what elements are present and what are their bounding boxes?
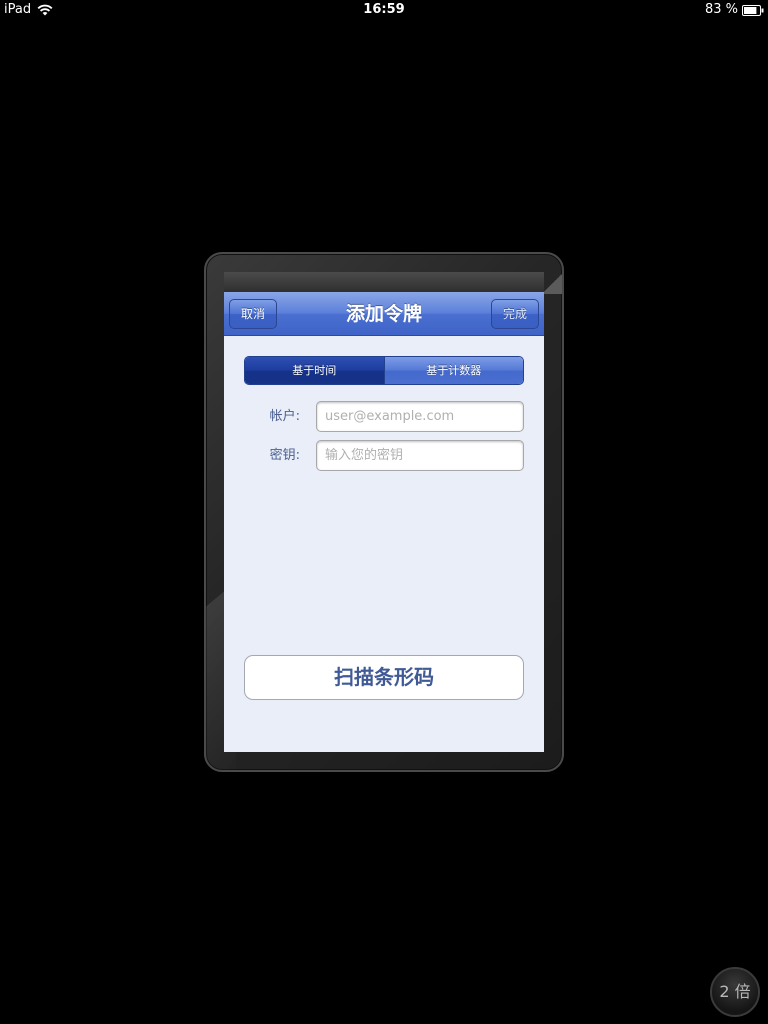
account-label: 帐户:	[269, 409, 300, 424]
navigation-bar: 取消 添加令牌 完成	[224, 292, 544, 336]
segment-time-based[interactable]: 基于时间	[245, 357, 384, 384]
segment-counter-based[interactable]: 基于计数器	[383, 357, 523, 384]
frame-corner	[542, 272, 562, 294]
ipad-screen: iPad 16:59 83 % 取消 添加令牌 完成 基于时间 基于计数器 帐户…	[0, 0, 768, 1024]
secret-input[interactable]	[316, 440, 524, 471]
ipad-status-bar: iPad 16:59 83 %	[0, 0, 768, 20]
account-row: 帐户:	[244, 401, 524, 432]
battery-percent: 83 %	[704, 2, 738, 17]
battery-icon	[742, 4, 764, 16]
token-type-segmented-control: 基于时间 基于计数器	[244, 356, 524, 385]
account-input[interactable]	[316, 401, 524, 432]
secret-row: 密钥:	[244, 440, 524, 471]
app-status-bar	[224, 272, 544, 292]
done-button[interactable]: 完成	[491, 299, 539, 329]
status-time: 16:59	[363, 2, 405, 17]
status-right: 83 %	[705, 0, 764, 20]
zoom-2x-button[interactable]: 2 倍	[710, 967, 760, 1017]
scan-barcode-button[interactable]: 扫描条形码	[244, 655, 524, 700]
secret-label: 密钥:	[269, 448, 300, 463]
app-screen: 取消 添加令牌 完成 基于时间 基于计数器 帐户: 密钥: 扫描条形码	[224, 272, 544, 752]
